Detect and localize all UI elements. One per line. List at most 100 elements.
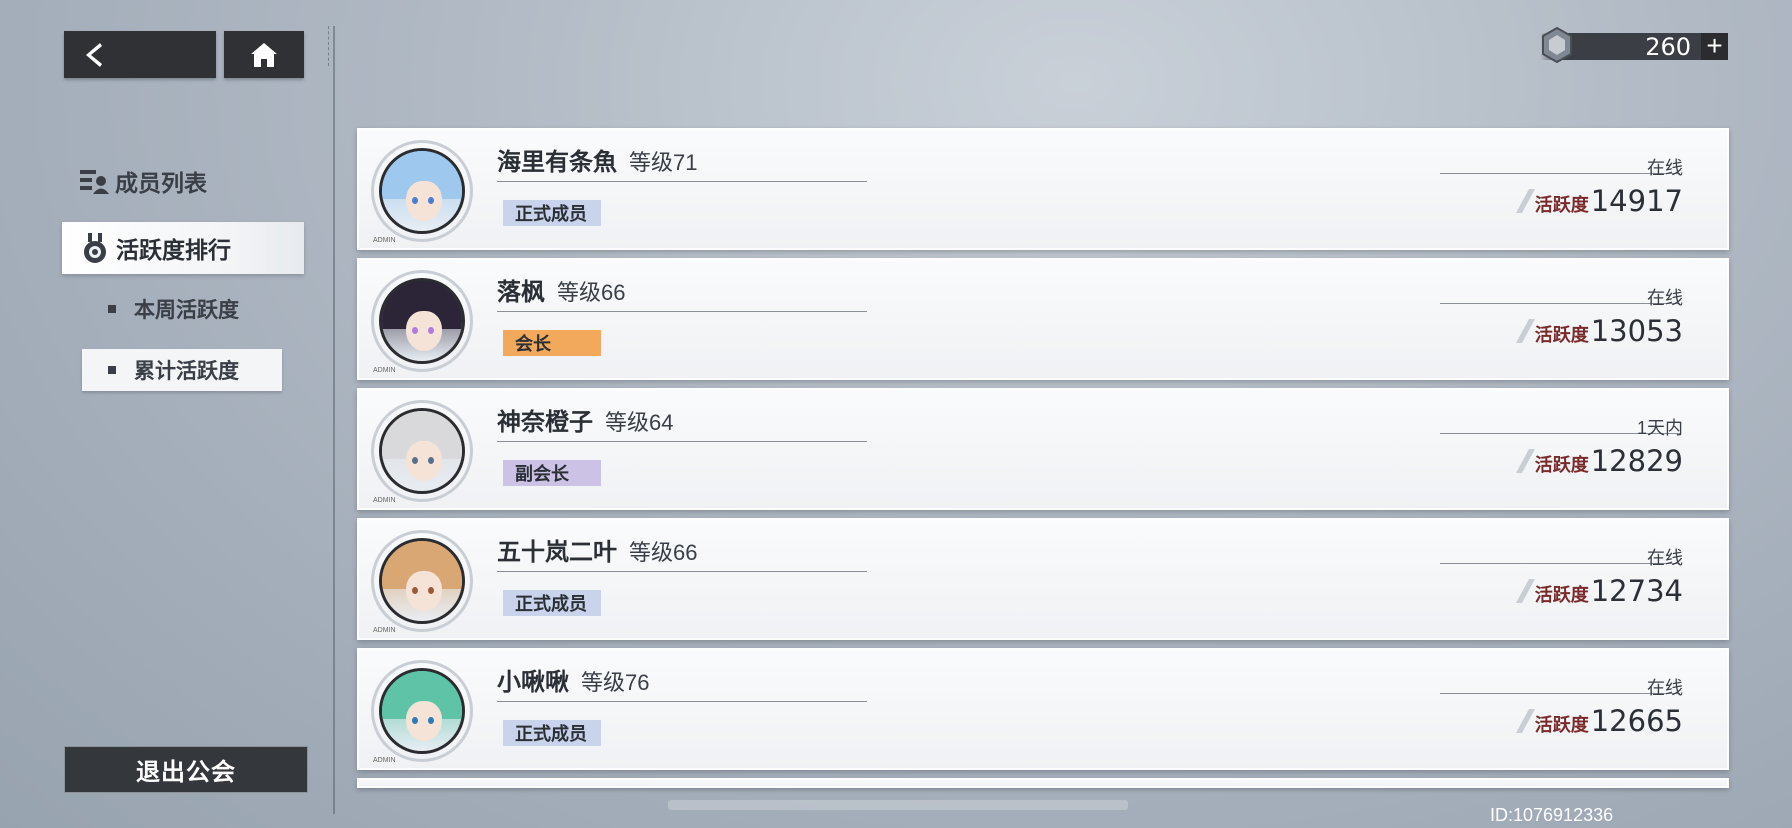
admin-tag: ADMIN [373, 757, 396, 764]
avatar-portrait [379, 408, 465, 494]
activity-label: 活跃度 [1534, 195, 1589, 215]
member-role-badge: 正式成员 [503, 200, 601, 226]
member-activity: 活跃度 12829 [1535, 444, 1683, 478]
currency-display: 260 + [1540, 27, 1728, 63]
name-underline [497, 571, 867, 572]
member-avatar[interactable]: ADMIN [367, 266, 477, 376]
member-row[interactable]: ADMIN 五十岚二叶 等级66 正式成员 在线 活跃度 12734 [357, 518, 1729, 640]
member-row[interactable]: ADMIN 海里有条魚 等级71 正式成员 在线 活跃度 14917 [357, 128, 1729, 250]
member-name-line: 神奈橙子 等级64 [497, 402, 673, 437]
add-currency-button[interactable]: + [1701, 32, 1728, 60]
member-level: 等级66 [557, 280, 626, 305]
member-role-badge: 副会长 [503, 460, 601, 486]
member-name: 五十岚二叶 [497, 539, 617, 566]
member-avatar[interactable]: ADMIN [367, 656, 477, 766]
activity-label: 活跃度 [1534, 325, 1589, 345]
activity-slash-icon [1516, 319, 1535, 343]
activity-rank-tab[interactable]: 活跃度排行 [62, 222, 304, 274]
activity-value: 12734 [1590, 574, 1683, 608]
activity-value: 13053 [1590, 314, 1683, 348]
avatar-eye [412, 717, 418, 724]
avatar-eye [428, 457, 434, 464]
member-level: 等级76 [581, 670, 650, 695]
member-name: 小啾啾 [497, 669, 569, 696]
avatar-eye [412, 457, 418, 464]
member-activity: 活跃度 13053 [1535, 314, 1683, 348]
status-underline [1440, 303, 1680, 304]
member-list-label: 成员列表 [115, 170, 207, 196]
medal-icon [84, 233, 106, 263]
back-arrow-icon [86, 42, 102, 67]
member-name-line: 小啾啾 等级76 [497, 662, 649, 697]
member-name-line: 海里有条魚 等级71 [497, 142, 697, 177]
member-row[interactable]: ADMIN 神奈橙子 等级64 副会长 1天内 活跃度 12829 [357, 388, 1729, 510]
avatar-portrait [379, 668, 465, 754]
member-avatar[interactable]: ADMIN [367, 136, 477, 246]
currency-amount: 260 [1645, 32, 1691, 61]
member-list-tab[interactable]: 成员列表 [79, 164, 207, 198]
member-name: 神奈橙子 [497, 409, 593, 436]
member-status: 在线 [1647, 288, 1683, 308]
admin-tag: ADMIN [373, 367, 396, 374]
name-underline [497, 701, 867, 702]
member-activity: 活跃度 12665 [1535, 704, 1683, 738]
name-underline [497, 181, 867, 182]
member-role-badge: 正式成员 [503, 720, 601, 746]
avatar-eye [412, 587, 418, 594]
member-level: 等级64 [605, 410, 674, 435]
total-activity-tab[interactable]: 累计活跃度 [82, 349, 282, 391]
member-name: 海里有条魚 [497, 149, 617, 176]
avatar-portrait [379, 538, 465, 624]
bullet [108, 305, 116, 313]
name-underline [497, 441, 867, 442]
member-activity: 活跃度 12734 [1535, 574, 1683, 608]
member-name-line: 落枫 等级66 [497, 272, 625, 307]
sidebar-divider [333, 26, 335, 814]
weekly-activity-label: 本周活跃度 [134, 299, 239, 322]
user-id: ID:1076912336 [1490, 805, 1614, 825]
member-status: 1天内 [1636, 418, 1683, 438]
activity-slash-icon [1516, 189, 1535, 213]
avatar-eye [428, 197, 434, 204]
member-level: 等级71 [629, 150, 698, 175]
home-button[interactable] [224, 31, 304, 78]
admin-tag: ADMIN [373, 497, 396, 504]
activity-slash-icon [1516, 449, 1535, 473]
weekly-activity-tab[interactable]: 本周活跃度 [82, 288, 282, 330]
avatar-eye [428, 587, 434, 594]
avatar-portrait [379, 278, 465, 364]
activity-slash-icon [1516, 709, 1535, 733]
member-row[interactable]: ADMIN 落枫 等级66 会长 在线 活跃度 13053 [357, 258, 1729, 380]
member-status: 在线 [1647, 678, 1683, 698]
name-underline [497, 311, 867, 312]
member-status: 在线 [1647, 158, 1683, 178]
member-level: 等级66 [629, 540, 698, 565]
status-underline [1440, 173, 1680, 174]
member-row[interactable] [357, 778, 1729, 788]
crystal-icon [1542, 27, 1572, 63]
member-list[interactable]: ADMIN 海里有条魚 等级71 正式成员 在线 活跃度 14917 ADMIN [357, 128, 1729, 788]
avatar-eye [412, 197, 418, 204]
activity-label: 活跃度 [1534, 455, 1589, 475]
divider-tick [328, 26, 332, 66]
member-activity: 活跃度 14917 [1535, 184, 1683, 218]
activity-value: 14917 [1590, 184, 1683, 218]
avatar-eye [428, 327, 434, 334]
back-button[interactable] [64, 31, 216, 78]
member-role-badge: 会长 [503, 330, 601, 356]
member-avatar[interactable]: ADMIN [367, 526, 477, 636]
activity-value: 12829 [1590, 444, 1683, 478]
member-avatar[interactable]: ADMIN [367, 396, 477, 506]
avatar-portrait [379, 148, 465, 234]
admin-tag: ADMIN [373, 627, 396, 634]
member-name-line: 五十岚二叶 等级66 [497, 532, 697, 567]
bullet [108, 366, 116, 374]
member-list-icon [80, 170, 109, 194]
activity-rank-label: 活跃度排行 [116, 237, 231, 263]
member-row[interactable]: ADMIN 小啾啾 等级76 正式成员 在线 活跃度 12665 [357, 648, 1729, 770]
home-icon [251, 42, 277, 67]
status-underline [1440, 693, 1680, 694]
quit-guild-button[interactable]: 退出公会 [64, 746, 308, 793]
scroll-indicator[interactable] [668, 800, 1128, 810]
member-role-badge: 正式成员 [503, 590, 601, 616]
